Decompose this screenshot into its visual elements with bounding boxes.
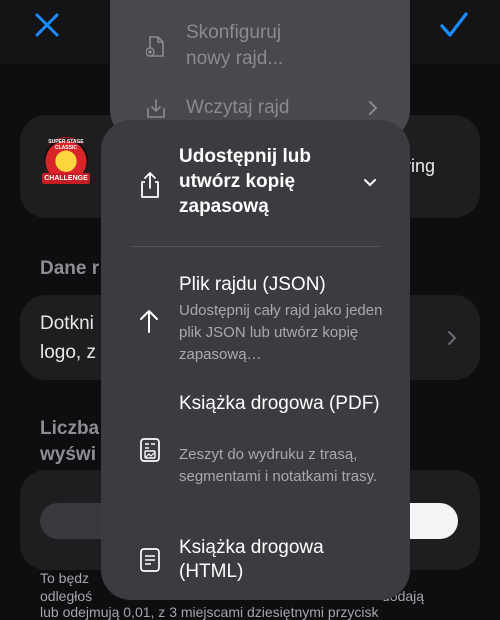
arrow-up-icon (140, 310, 158, 333)
menu-item-pdf-title[interactable]: Książka drogowa (PDF) (179, 392, 380, 416)
footer-text-line3: lub odejmują 0,01, z 3 miejscami dziesię… (40, 604, 379, 620)
logo-picker-text-line2: logo, z (40, 342, 96, 363)
close-icon[interactable] (30, 8, 64, 42)
menu-item-load-rally[interactable]: Wczytaj rajd (186, 97, 289, 119)
logo-picker-text-line1: Dotkni (40, 313, 94, 334)
menu-item-json-subtitle: Udostępnij cały rajd jako jeden plik JSO… (179, 302, 383, 363)
divider (131, 246, 380, 247)
context-menu-parent: Skonfiguruj nowy rajd... Wczytaj rajd (110, 0, 410, 140)
menu-item-new-rally-line2[interactable]: nowy rajd... (186, 48, 283, 70)
rally-logo: SUPER STAGE CLASSIC CHALLENGE (40, 137, 92, 187)
footer-text-line1: To będz (40, 570, 90, 586)
footer-text-line2: odległoś (40, 588, 93, 604)
chevron-down-icon[interactable] (363, 178, 377, 188)
logo-top-text: SUPER STAGE CLASSIC (48, 139, 84, 151)
logo-banner-text: CHALLENGE (42, 173, 90, 184)
chevron-right-icon (369, 101, 378, 115)
chevron-right-icon (448, 331, 457, 345)
checkmark-icon[interactable] (436, 8, 470, 42)
section-heading-count-line2: wyświ (40, 444, 96, 465)
section-heading-count-line1: Liczba (40, 418, 100, 439)
share-backup-submenu: Udostępnij lub utwórz kopię zapasową Pli… (101, 120, 410, 600)
menu-item-html-title[interactable]: Książka drogowa (HTML) (179, 536, 379, 584)
html-document-icon (140, 548, 160, 572)
menu-item-new-rally-line1[interactable]: Skonfiguruj (186, 22, 281, 44)
section-heading-data: Dane r (40, 258, 100, 279)
pdf-document-icon (140, 438, 160, 462)
submenu-title[interactable]: Udostępnij lub utwórz kopię zapasową (179, 144, 369, 219)
menu-item-json-title[interactable]: Plik rajdu (JSON) (179, 273, 326, 297)
share-icon (141, 172, 159, 198)
import-tray-icon (147, 99, 165, 118)
new-document-icon (146, 36, 164, 57)
menu-item-pdf-subtitle: Zeszyt do wydruku z trasą, segmentami i … (179, 446, 378, 485)
